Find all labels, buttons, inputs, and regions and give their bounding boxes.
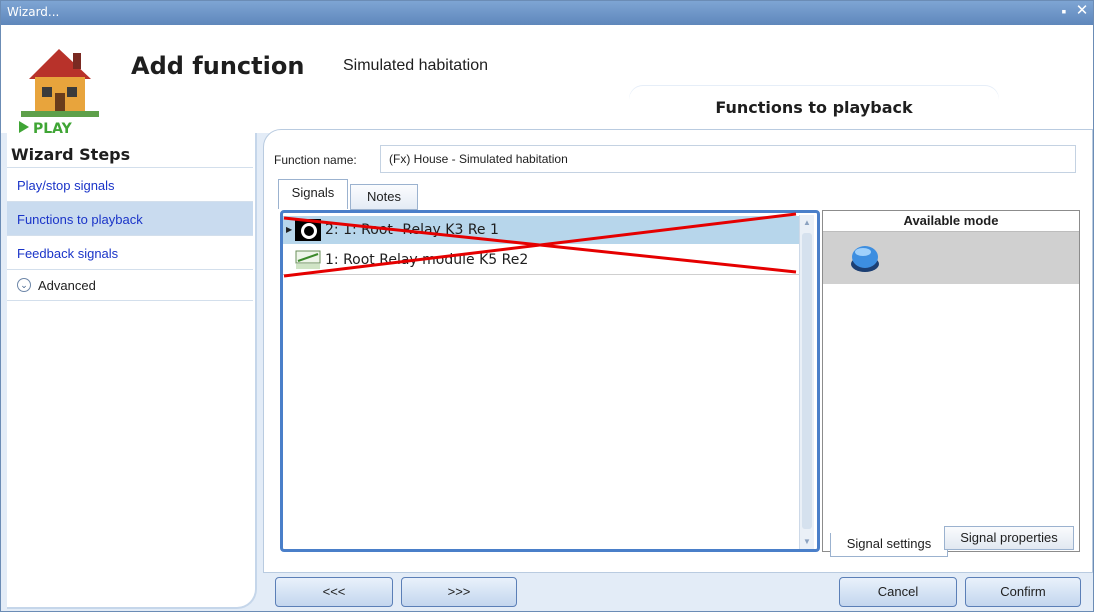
signal-label: 1: Root Relay module K5 Re2 <box>325 252 529 268</box>
advanced-expander[interactable]: ⌄ Advanced <box>7 269 253 301</box>
advanced-label: Advanced <box>38 278 96 293</box>
wizard-steps-title: Wizard Steps <box>11 145 131 164</box>
page-subtitle: Simulated habitation <box>343 57 488 74</box>
function-name-label: Function name: <box>274 153 357 167</box>
blue-button-icon[interactable] <box>849 242 881 274</box>
function-name-field[interactable]: (Fx) House - Simulated habitation <box>380 145 1076 173</box>
sidebar-item-label[interactable]: Feedback signals <box>17 246 118 261</box>
step-content-panel: Function name: (Fx) House - Simulated ha… <box>263 129 1093 573</box>
wizard-header: PLAY Add function Simulated habitation F… <box>1 25 1093 135</box>
previous-button[interactable]: <<< <box>275 577 393 607</box>
sidebar-item-label[interactable]: Play/stop signals <box>17 178 115 193</box>
page-title: Add function <box>131 52 305 80</box>
row-pointer-icon: ▶ <box>286 225 293 234</box>
maximize-icon[interactable]: ▪ <box>1057 4 1071 18</box>
push-button-icon <box>295 219 321 241</box>
relay-module-icon <box>295 250 321 269</box>
mode-row[interactable] <box>823 232 1079 284</box>
wizard-steps-sidebar: Wizard Steps Play/stop signals Functions… <box>7 133 257 609</box>
tab-signal-properties[interactable]: Signal properties <box>944 526 1074 550</box>
next-button[interactable]: >>> <box>401 577 517 607</box>
signals-list: ▶ 2: 1: Root -Relay K3 Re 1 1: Root Rela… <box>280 210 820 552</box>
list-item[interactable]: ▶ 2: 1: Root -Relay K3 Re 1 <box>283 216 799 244</box>
list-item[interactable]: 1: Root Relay module K5 Re2 <box>283 246 799 275</box>
title-bar[interactable]: Wizard... ▪ ✕ <box>1 1 1093 25</box>
sidebar-item-label[interactable]: Functions to playback <box>17 212 143 227</box>
scroll-up-icon[interactable]: ▲ <box>803 218 811 227</box>
close-icon[interactable]: ✕ <box>1075 3 1089 18</box>
tab-notes[interactable]: Notes <box>350 184 418 210</box>
available-mode-header: Available mode <box>823 211 1079 232</box>
wizard-window: Wizard... ▪ ✕ PLAY Add function Simulate… <box>0 0 1094 612</box>
current-step-header: Functions to playback <box>629 86 999 131</box>
scroll-down-icon[interactable]: ▼ <box>803 537 811 546</box>
window-title: Wizard... <box>7 5 60 19</box>
sidebar-item-feedback-signals[interactable]: Feedback signals <box>7 235 253 270</box>
house-play-logo-icon: PLAY <box>19 49 99 135</box>
available-mode-panel: Available mode <box>822 210 1080 552</box>
cancel-button[interactable]: Cancel <box>839 577 957 607</box>
scrollbar-thumb[interactable] <box>802 233 812 529</box>
sidebar-item-play-stop-signals[interactable]: Play/stop signals <box>7 167 253 202</box>
sidebar-item-functions-to-playback[interactable]: Functions to playback <box>7 201 253 236</box>
signal-label: 2: 1: Root -Relay K3 Re 1 <box>325 222 499 238</box>
tab-signals[interactable]: Signals <box>278 179 348 209</box>
tab-signal-settings[interactable]: Signal settings <box>830 533 948 557</box>
chevron-down-icon[interactable]: ⌄ <box>17 278 31 292</box>
vertical-scrollbar[interactable]: ▲ ▼ <box>799 215 814 549</box>
confirm-button[interactable]: Confirm <box>965 577 1081 607</box>
